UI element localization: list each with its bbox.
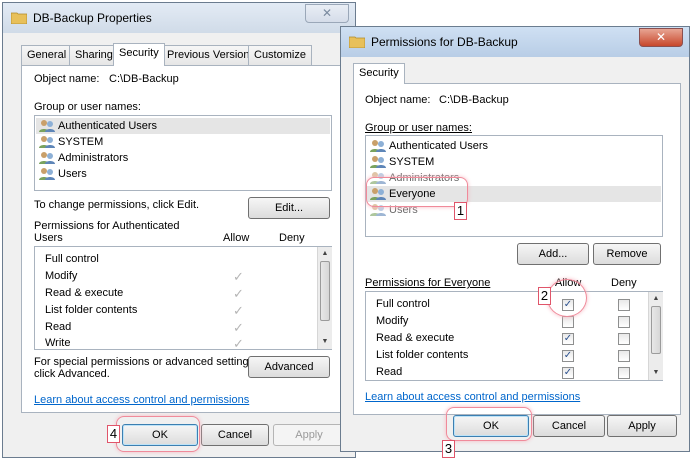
- allow-checkbox-list-folder[interactable]: ✓: [562, 350, 574, 362]
- folder-icon: [349, 36, 365, 48]
- users-group-icon: [39, 136, 55, 148]
- list-item[interactable]: SYSTEM: [39, 134, 103, 150]
- permission-row: Modify: [376, 315, 409, 327]
- object-name-value: C:\DB-Backup: [109, 73, 179, 85]
- special-permissions-hint: For special permissions or advanced sett…: [34, 356, 258, 368]
- step-badge-2: 2: [538, 287, 551, 305]
- learn-permissions-link[interactable]: Learn about access control and permissio…: [34, 394, 249, 406]
- allow-check-icon: ✓: [233, 320, 244, 335]
- list-item[interactable]: Users: [39, 166, 87, 182]
- edit-button[interactable]: Edit...: [248, 197, 330, 219]
- highlight-ring-ok-properties: [116, 416, 200, 452]
- permissions-list[interactable]: Full control Modify Read & execute List …: [34, 246, 332, 351]
- permission-row: List folder contents: [45, 304, 138, 316]
- list-item[interactable]: Authenticated Users: [370, 138, 488, 154]
- permission-row: Read: [376, 366, 403, 378]
- close-icon: ✕: [655, 30, 667, 44]
- list-item[interactable]: Authenticated Users: [39, 118, 157, 134]
- object-name-label: Object name:: [34, 73, 100, 85]
- deny-column-header: Deny: [611, 277, 637, 289]
- permissions-list[interactable]: Full control Modify Read & execute List …: [365, 291, 663, 381]
- allow-column-header: Allow: [223, 232, 250, 244]
- permission-row: List folder contents: [376, 349, 469, 361]
- step-badge-3: 3: [442, 440, 455, 458]
- deny-column-header: Deny: [279, 232, 305, 244]
- object-name-label: Object name:: [365, 94, 431, 106]
- permission-row: Read & execute: [45, 287, 124, 299]
- highlight-circle-full-control: [547, 279, 587, 317]
- permissions-for-label-line2: Users: [34, 232, 63, 244]
- deny-checkbox-read[interactable]: [618, 367, 630, 379]
- special-permissions-hint-line2: click Advanced.: [34, 368, 110, 380]
- scroll-up-icon[interactable]: ▲: [318, 247, 332, 261]
- allow-check-icon: ✓: [233, 336, 244, 351]
- properties-title: DB-Backup Properties: [33, 11, 152, 25]
- advanced-button[interactable]: Advanced: [248, 356, 330, 378]
- permission-row: Write: [45, 337, 71, 349]
- tab-sharing[interactable]: Sharing: [69, 45, 119, 65]
- scroll-thumb[interactable]: [651, 306, 661, 354]
- deny-checkbox-read-execute[interactable]: [618, 333, 630, 345]
- step-badge-1: 1: [454, 202, 467, 220]
- step-badge-4: 4: [107, 425, 120, 443]
- apply-button[interactable]: Apply: [273, 424, 345, 446]
- allow-check-icon: ✓: [233, 286, 244, 301]
- user-list[interactable]: Authenticated Users SYSTEM Administrator…: [34, 115, 332, 191]
- object-name-value: C:\DB-Backup: [439, 94, 509, 106]
- users-group-icon: [370, 156, 386, 168]
- scroll-up-icon[interactable]: ▲: [649, 292, 663, 306]
- users-group-icon: [370, 140, 386, 152]
- permissions-window: Permissions for DB-Backup ✕ Security Obj…: [340, 26, 690, 452]
- tab-general[interactable]: General: [21, 45, 73, 65]
- allow-check-icon: ✓: [233, 303, 244, 318]
- properties-titlebar[interactable]: DB-Backup Properties ✕: [3, 3, 355, 33]
- permission-row: Read: [45, 321, 72, 333]
- users-group-icon: [39, 152, 55, 164]
- remove-button[interactable]: Remove: [593, 243, 661, 265]
- permission-row: Full control: [376, 298, 430, 310]
- permissions-close-button[interactable]: ✕: [639, 28, 683, 47]
- allow-checkbox-read-execute[interactable]: ✓: [562, 333, 574, 345]
- cancel-button[interactable]: Cancel: [533, 415, 605, 437]
- list-item[interactable]: SYSTEM: [370, 154, 434, 170]
- deny-checkbox-full-control[interactable]: [618, 299, 630, 311]
- highlight-ring-everyone: [366, 177, 468, 207]
- change-permissions-hint: To change permissions, click Edit.: [34, 199, 200, 211]
- permission-row: Read & execute: [376, 332, 455, 344]
- permissions-for-label: Permissions for Everyone: [365, 277, 491, 289]
- group-names-label: Group or user names:: [34, 101, 141, 113]
- tab-security[interactable]: Security: [353, 63, 405, 84]
- deny-checkbox-modify[interactable]: [618, 316, 630, 328]
- permissions-for-label: Permissions for Authenticated: [34, 220, 180, 232]
- scroll-down-icon[interactable]: ▼: [649, 366, 663, 380]
- users-group-icon: [39, 168, 55, 180]
- close-icon: ✕: [321, 6, 333, 20]
- permission-row: Full control: [45, 253, 99, 265]
- tab-previous-versions[interactable]: Previous Versions: [161, 45, 262, 65]
- learn-permissions-link[interactable]: Learn about access control and permissio…: [365, 391, 580, 403]
- tab-security[interactable]: Security: [113, 43, 165, 66]
- apply-button[interactable]: Apply: [607, 415, 677, 437]
- permissions-scrollbar[interactable]: ▲ ▼: [317, 247, 332, 349]
- allow-checkbox-modify[interactable]: [562, 316, 574, 328]
- tab-customize[interactable]: Customize: [248, 45, 312, 65]
- permissions-scrollbar[interactable]: ▲ ▼: [648, 292, 663, 380]
- properties-close-button[interactable]: ✕: [305, 4, 349, 23]
- properties-window: DB-Backup Properties ✕ General Sharing S…: [2, 2, 356, 458]
- highlight-ring-ok-permissions: [446, 407, 532, 441]
- permissions-title: Permissions for DB-Backup: [371, 35, 518, 49]
- group-names-label: Group or user names:: [365, 122, 472, 134]
- permissions-titlebar[interactable]: Permissions for DB-Backup ✕: [341, 27, 689, 57]
- scroll-down-icon[interactable]: ▼: [318, 335, 332, 349]
- add-button[interactable]: Add...: [517, 243, 589, 265]
- deny-checkbox-list-folder[interactable]: [618, 350, 630, 362]
- allow-checkbox-read[interactable]: ✓: [562, 367, 574, 379]
- allow-check-icon: ✓: [233, 269, 244, 284]
- folder-icon: [11, 12, 27, 24]
- permission-row: Modify: [45, 270, 78, 282]
- cancel-button[interactable]: Cancel: [201, 424, 269, 446]
- users-group-icon: [39, 120, 55, 132]
- scroll-thumb[interactable]: [320, 261, 330, 321]
- list-item[interactable]: Administrators: [39, 150, 128, 166]
